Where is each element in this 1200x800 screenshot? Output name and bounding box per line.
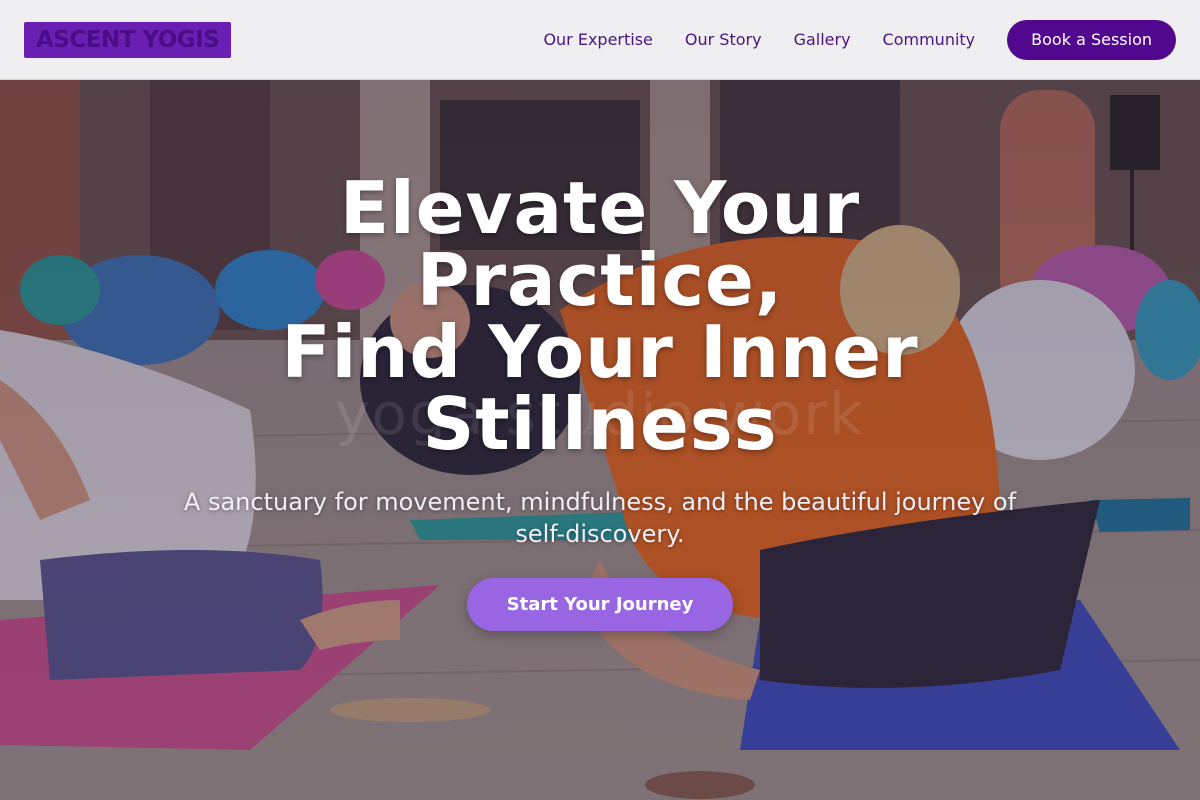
hero-title-line: Stillness <box>422 382 778 466</box>
hero-title-line: Elevate Your <box>339 166 861 250</box>
nav-link-our-story[interactable]: Our Story <box>685 30 762 49</box>
hero-subtitle: A sanctuary for movement, mindfulness, a… <box>183 488 1017 548</box>
hero-title-line: Practice, <box>416 238 784 322</box>
hero-section: yoga studio work Elevate Your Practice, … <box>0 80 1200 800</box>
hero-title: Elevate Your Practice, Find Your Inner S… <box>0 172 1200 460</box>
main-nav: Our Expertise Our Story Gallery Communit… <box>543 19 1176 60</box>
book-session-button[interactable]: Book a Session <box>1007 19 1176 60</box>
site-logo[interactable]: ASCENT YOGIS <box>24 21 232 58</box>
hero-title-line: Find Your Inner <box>281 310 919 394</box>
nav-link-our-expertise[interactable]: Our Expertise <box>543 30 652 49</box>
hero-content: Elevate Your Practice, Find Your Inner S… <box>0 172 1200 631</box>
nav-link-community[interactable]: Community <box>883 30 976 49</box>
start-journey-button[interactable]: Start Your Journey <box>466 578 734 631</box>
site-header: ASCENT YOGIS Our Expertise Our Story Gal… <box>0 0 1200 80</box>
nav-link-gallery[interactable]: Gallery <box>794 30 851 49</box>
